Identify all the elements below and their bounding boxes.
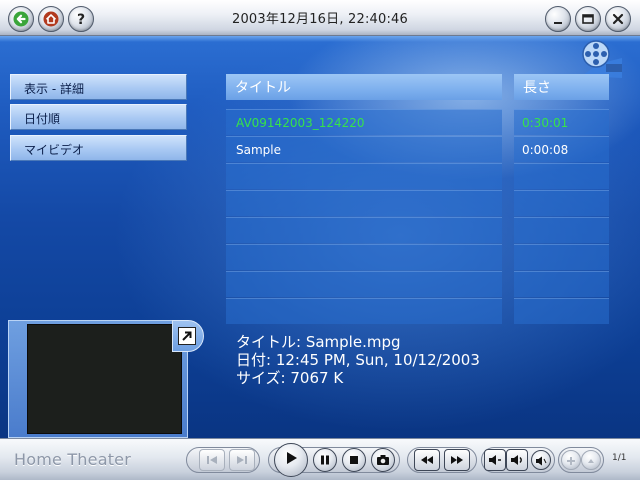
volume-down-icon bbox=[488, 451, 502, 470]
detail-size: サイズ: 7067 K bbox=[236, 369, 344, 387]
help-button[interactable]: ? bbox=[68, 6, 94, 32]
list-row-length[interactable]: 0:30:01 bbox=[514, 109, 609, 135]
close-icon bbox=[611, 12, 625, 26]
page-count: 1/1 bbox=[612, 453, 627, 463]
list-row-title[interactable] bbox=[226, 244, 502, 270]
page-previous-button[interactable] bbox=[561, 450, 581, 470]
volume-down-button[interactable] bbox=[484, 449, 506, 471]
list-row-length[interactable] bbox=[514, 163, 609, 189]
app-brand: Home Theater bbox=[14, 450, 131, 469]
back-arrow-icon bbox=[13, 11, 29, 27]
rewind-button[interactable] bbox=[414, 449, 440, 471]
video-preview[interactable] bbox=[27, 324, 182, 434]
menu-my-videos[interactable]: マイビデオ bbox=[10, 135, 187, 161]
detail-title: タイトル: Sample.mpg bbox=[236, 333, 401, 351]
svg-text:?: ? bbox=[77, 12, 85, 27]
list-row-title[interactable] bbox=[226, 298, 502, 324]
previous-track-button[interactable] bbox=[199, 449, 225, 471]
restore-button[interactable] bbox=[575, 6, 601, 32]
fullscreen-button[interactable] bbox=[178, 327, 196, 345]
list-row-title[interactable] bbox=[226, 190, 502, 216]
snapshot-button[interactable] bbox=[371, 448, 395, 472]
home-button[interactable] bbox=[38, 6, 64, 32]
column-header-title[interactable]: タイトル bbox=[226, 74, 502, 100]
close-button[interactable] bbox=[605, 6, 631, 32]
play-button[interactable] bbox=[274, 443, 308, 477]
help-icon: ? bbox=[73, 11, 89, 27]
title-bar: ? 2003年12月16日, 22:40:46 bbox=[0, 0, 640, 36]
list-row-length[interactable]: 0:00:08 bbox=[514, 136, 609, 162]
next-track-button[interactable] bbox=[229, 449, 255, 471]
list-row-title[interactable]: AV09142003_124220 bbox=[226, 109, 502, 135]
menu-view-details[interactable]: 表示 - 詳細 bbox=[10, 74, 187, 100]
home-icon bbox=[43, 11, 59, 27]
volume-up-button[interactable] bbox=[506, 449, 528, 471]
rewind-icon bbox=[419, 451, 435, 470]
list-row-length[interactable] bbox=[514, 217, 609, 243]
minimize-icon bbox=[551, 12, 565, 26]
preview-panel bbox=[8, 320, 188, 438]
minimize-button[interactable] bbox=[545, 6, 571, 32]
speaker-icon bbox=[535, 451, 547, 470]
arrow-previous-icon bbox=[566, 451, 576, 470]
list-row-title[interactable] bbox=[226, 271, 502, 297]
clock-datetime: 2003年12月16日, 22:40:46 bbox=[231, 12, 409, 27]
list-row-length[interactable] bbox=[514, 298, 609, 324]
fast-forward-button[interactable] bbox=[444, 449, 470, 471]
detail-date: 日付: 12:45 PM, Sun, 10/12/2003 bbox=[236, 351, 480, 369]
page-next-button[interactable] bbox=[581, 450, 601, 470]
menu-sort-by-date[interactable]: 日付順 bbox=[10, 104, 187, 130]
pause-icon bbox=[319, 451, 331, 470]
transport-bar: Home Theater 1/1 bbox=[0, 438, 640, 480]
list-row-length[interactable] bbox=[514, 190, 609, 216]
skip-next-icon bbox=[235, 451, 249, 470]
list-row-title[interactable] bbox=[226, 163, 502, 189]
skip-previous-icon bbox=[205, 451, 219, 470]
expand-arrow-icon bbox=[181, 327, 193, 346]
play-icon bbox=[283, 450, 299, 470]
restore-icon bbox=[581, 12, 595, 26]
pause-button[interactable] bbox=[313, 448, 337, 472]
column-header-length[interactable]: 長さ bbox=[514, 74, 609, 100]
preview-expand-tab bbox=[172, 320, 204, 352]
back-button[interactable] bbox=[8, 6, 34, 32]
volume-up-icon bbox=[510, 451, 524, 470]
camera-icon bbox=[376, 451, 390, 470]
stop-icon bbox=[348, 451, 360, 470]
list-row-title[interactable] bbox=[226, 217, 502, 243]
list-row-title[interactable]: Sample bbox=[226, 136, 502, 162]
list-row-length[interactable] bbox=[514, 271, 609, 297]
mute-button[interactable] bbox=[531, 450, 551, 470]
stop-button[interactable] bbox=[342, 448, 366, 472]
main-panel: 表示 - 詳細 日付順 マイビデオ タイトル 長さ AV09142003_124… bbox=[0, 36, 640, 438]
arrow-next-icon bbox=[586, 451, 596, 470]
list-row-length[interactable] bbox=[514, 244, 609, 270]
fast-forward-icon bbox=[449, 451, 465, 470]
